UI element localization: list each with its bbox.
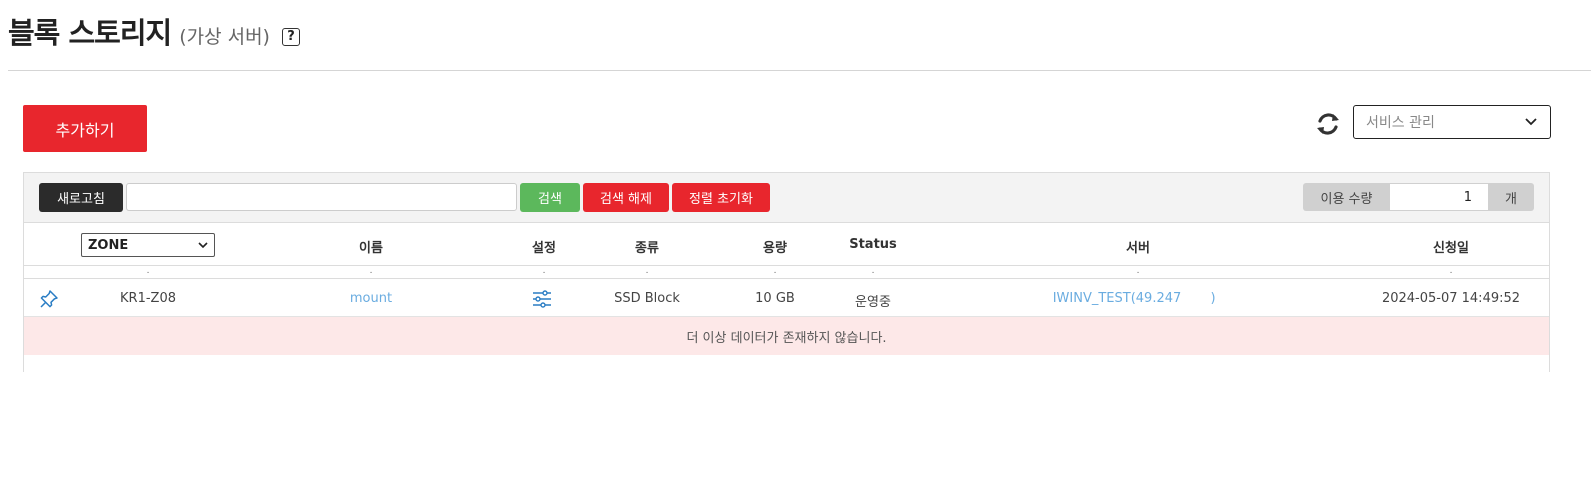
header-divider [8,70,1591,71]
filter-mark: . [146,266,150,276]
usage-count: 이용 수량 1 개 [1303,183,1534,211]
cell-capacity: 10 GB [755,291,795,306]
storage-list-panel: 새로고침 검색 검색 해제 정렬 초기화 이용 수량 1 개 ZONE 이름 설… [23,172,1550,372]
column-header-type[interactable]: 종류 [635,237,659,256]
service-management-select[interactable]: 서비스 관리 [1353,105,1551,139]
cell-server-link-tail[interactable]: ) [1210,291,1215,306]
service-select-value: 서비스 관리 [1366,115,1435,131]
add-button[interactable]: 추가하기 [23,105,147,152]
page-header: 블록 스토리지 (가상 서버) ? [8,10,300,54]
page-subtitle: (가상 서버) [179,26,270,48]
filter-row: . . . . . . . . [24,267,1549,279]
page-title: 블록 스토리지 [8,16,172,50]
no-more-data-message: 더 이상 데이터가 존재하지 않습니다. [24,317,1549,355]
filter-mark: . [369,266,373,276]
filter-mark: . [773,266,777,276]
pin-icon[interactable] [39,289,59,309]
cell-status: 운영중 [855,295,891,310]
usage-unit: 개 [1488,183,1534,211]
filter-mark: . [1449,266,1453,276]
column-header-settings: 설정 [532,241,556,256]
chevron-down-icon [1525,118,1537,126]
sliders-icon[interactable] [532,290,552,308]
help-icon[interactable]: ? [281,27,300,46]
usage-value: 1 [1390,183,1488,211]
table-row[interactable]: KR1-Z08 mount SSD Block 10 GB 운영중 IWINV_… [24,280,1549,317]
reset-sort-button[interactable]: 정렬 초기화 [672,183,770,212]
cell-zone: KR1-Z08 [120,291,176,306]
clear-search-button[interactable]: 검색 해제 [583,183,669,212]
column-header-status[interactable]: Status [849,237,897,252]
cell-date: 2024-05-07 14:49:52 [1381,291,1521,306]
chevron-down-icon [198,242,208,249]
cell-server-link[interactable]: IWINV_TEST(49.247 [1053,291,1182,306]
column-header-capacity[interactable]: 용량 [763,237,787,256]
filter-mark: . [542,266,546,276]
search-input[interactable] [126,183,517,211]
filter-mark: . [1136,266,1140,276]
filter-mark: . [645,266,649,276]
usage-label: 이용 수량 [1303,183,1390,211]
cell-type: SSD Block [614,291,680,306]
refresh-icon[interactable] [1314,110,1342,138]
cell-name-link[interactable]: mount [350,291,392,306]
table-header: ZONE 이름 설정 종류 용량 Status 서버 신청일 [24,223,1549,266]
refresh-button[interactable]: 새로고침 [39,183,123,212]
column-header-name[interactable]: 이름 [359,237,383,256]
search-button[interactable]: 검색 [520,183,580,212]
filter-mark: . [871,266,875,276]
list-toolbar: 새로고침 검색 검색 해제 정렬 초기화 이용 수량 1 개 [24,173,1549,223]
column-header-date[interactable]: 신청일 [1433,237,1469,256]
zone-filter-select[interactable]: ZONE [81,233,215,257]
zone-filter-value: ZONE [88,237,129,253]
column-header-server[interactable]: 서버 [1126,237,1150,256]
empty-message-text: 더 이상 데이터가 존재하지 않습니다. [686,330,887,346]
